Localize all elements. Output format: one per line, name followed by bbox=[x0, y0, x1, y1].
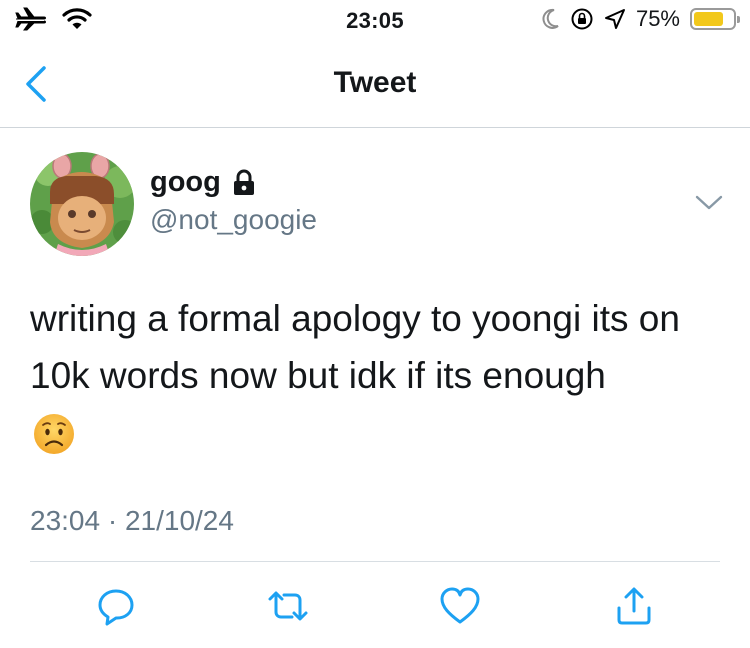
battery-level bbox=[694, 12, 723, 26]
reply-button[interactable] bbox=[94, 584, 138, 628]
retweet-icon bbox=[268, 591, 308, 621]
location-icon bbox=[604, 9, 625, 29]
worried-face-icon bbox=[34, 414, 74, 454]
moon-icon bbox=[542, 8, 559, 29]
retweet-button[interactable] bbox=[266, 584, 310, 628]
battery-percent: 75% bbox=[635, 6, 680, 31]
lock-icon bbox=[233, 169, 254, 195]
status-bar: 23:05 75% bbox=[0, 0, 750, 40]
status-right-icons: 75% bbox=[542, 6, 740, 32]
divider bbox=[30, 561, 720, 562]
reply-icon bbox=[98, 589, 134, 626]
avatar-image bbox=[30, 152, 134, 256]
nav-bar: Tweet bbox=[0, 40, 750, 128]
display-name[interactable]: goog bbox=[150, 166, 221, 199]
page-title: Tweet bbox=[333, 66, 417, 99]
like-button[interactable] bbox=[438, 584, 482, 628]
orientation-lock-icon bbox=[571, 8, 593, 30]
avatar[interactable] bbox=[30, 152, 134, 256]
heart-icon bbox=[440, 587, 480, 624]
tweet-timestamp[interactable]: 23:04 · 21/10/24 bbox=[30, 505, 234, 537]
battery-icon bbox=[690, 8, 740, 30]
chevron-down-icon bbox=[695, 195, 723, 210]
worried-face-emoji bbox=[33, 413, 75, 455]
share-button[interactable] bbox=[612, 584, 656, 628]
tweet-options-button[interactable] bbox=[692, 190, 726, 216]
user-handle[interactable]: @not_googie bbox=[150, 204, 317, 236]
tweet-text: writing a formal apology to yoongi its o… bbox=[30, 298, 680, 396]
share-icon bbox=[617, 587, 651, 625]
display-name-row[interactable]: goog bbox=[150, 166, 257, 199]
